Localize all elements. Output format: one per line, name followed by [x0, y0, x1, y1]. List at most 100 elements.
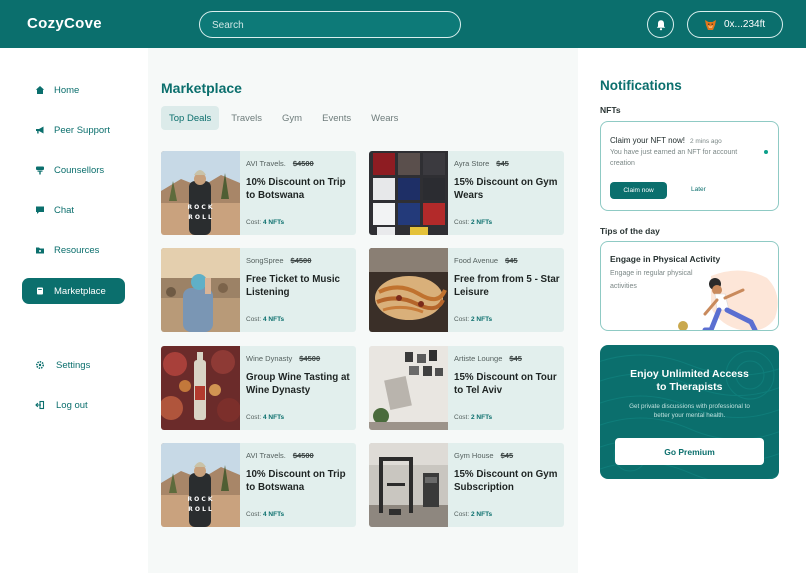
deal-cost: Cost: 4 NFTs: [246, 511, 284, 518]
unread-dot: [764, 150, 768, 154]
vendor-name: AVI Travels.: [246, 159, 286, 168]
go-premium-button[interactable]: Go Premium: [615, 438, 764, 465]
svg-text:R O L L: R O L L: [188, 214, 212, 221]
sidebar-item-chat[interactable]: Chat: [22, 197, 125, 223]
deal-info: Ayra Store $45 15% Discount on Gym Wears: [454, 159, 560, 202]
fox-wallet-icon: [705, 19, 716, 30]
brand-logo[interactable]: CozyCove: [27, 15, 102, 32]
deal-cost: Cost: 4 NFTs: [246, 219, 284, 226]
premium-banner: Enjoy Unlimited Access to Therapists Get…: [600, 345, 779, 479]
search-input[interactable]: [212, 17, 442, 33]
logout-icon: [35, 400, 45, 410]
deal-card[interactable]: R O C K R O L L AVI Travels. $4500 10% Di…: [161, 443, 356, 527]
sidebar-item-marketplace[interactable]: Marketplace: [22, 278, 125, 304]
sidebar-item-label: Counsellors: [54, 164, 105, 176]
notifications-title: Notifications: [600, 78, 682, 93]
deal-card[interactable]: R O C K R O L L AVI Travels. $4500 10% Di…: [161, 151, 356, 235]
deal-info: Gym House $45 15% Discount on Gym Subscri…: [454, 451, 560, 494]
cart-icon: [37, 287, 43, 295]
chat-icon: [36, 206, 44, 214]
claim-now-button[interactable]: Claim now: [610, 182, 667, 199]
svg-text:R O L L: R O L L: [188, 506, 212, 513]
sidebar-item-home[interactable]: Home: [22, 77, 125, 103]
sidebar-item-label: Chat: [54, 204, 75, 216]
tip-title: Engage in Physical Activity: [610, 254, 721, 264]
shirts-photo: [369, 151, 448, 235]
vendor-name: Artiste Lounge: [454, 354, 503, 363]
deal-cost: Cost: 4 NFTs: [246, 316, 284, 323]
old-price: $45: [505, 256, 518, 265]
sidebar-item-logout[interactable]: Log out: [22, 392, 125, 418]
deal-card[interactable]: Ayra Store $45 15% Discount on Gym Wears …: [369, 151, 564, 235]
gear-icon: [35, 360, 45, 370]
vendor-name: Gym House: [454, 451, 494, 460]
chair-icon: [36, 166, 44, 175]
gallery-photo: [369, 346, 448, 430]
cost-label: Cost:: [246, 511, 262, 518]
cost-label: Cost:: [454, 511, 470, 518]
tab-wears[interactable]: Wears: [363, 106, 406, 130]
sidebar-item-resources[interactable]: Resources: [22, 237, 125, 263]
wine-photo: [161, 346, 240, 430]
cost-value: 2 NFTs: [470, 219, 493, 226]
deal-card[interactable]: Food Avenue $45 Free from from 5 - Star L…: [369, 248, 564, 332]
home-icon: [35, 86, 45, 94]
deal-info: Food Avenue $45 Free from from 5 - Star L…: [454, 256, 560, 299]
cost-label: Cost:: [246, 219, 262, 226]
vendor-name: Ayra Store: [454, 159, 490, 168]
deal-card[interactable]: SongSpree $4500 Free Ticket to Music List…: [161, 248, 356, 332]
cost-value: 2 NFTs: [470, 414, 493, 421]
exercise-illustration: [678, 270, 778, 330]
tab-top-deals[interactable]: Top Deals: [161, 106, 220, 130]
cost-label: Cost:: [454, 219, 470, 226]
vendor-name: Wine Dynasty: [246, 354, 293, 363]
wallet-button[interactable]: 0x...234ft: [687, 11, 783, 38]
svg-text:R O C K: R O C K: [187, 496, 212, 503]
deal-info: SongSpree $4500 Free Ticket to Music List…: [246, 256, 352, 299]
old-price: $45: [509, 354, 522, 363]
sidebar-item-peer-support[interactable]: Peer Support: [22, 117, 125, 143]
deal-info: Artiste Lounge $45 15% Discount on Tour t…: [454, 354, 560, 397]
cost-value: 4 NFTs: [262, 219, 285, 226]
search-box[interactable]: [199, 11, 461, 38]
cost-value: 4 NFTs: [262, 511, 285, 518]
cost-value: 4 NFTs: [262, 316, 285, 323]
nft-description: You have just earned an NFT for account …: [610, 149, 738, 167]
deal-title: 15% Discount on Tour to Tel Aviv: [454, 372, 557, 396]
old-price: $45: [500, 451, 514, 460]
sidebar-item-label: Peer Support: [54, 124, 110, 136]
nft-heading: Claim your NFT now!: [610, 136, 685, 145]
folder-icon: [36, 247, 44, 254]
old-price: $45: [496, 159, 509, 168]
deal-cost: Cost: 2 NFTs: [454, 219, 492, 226]
deal-title: 15% Discount on Gym Wears: [454, 177, 558, 201]
concert-photo: [161, 248, 240, 332]
deal-cost: Cost: 4 NFTs: [246, 414, 284, 421]
sidebar-item-settings[interactable]: Settings: [22, 352, 125, 378]
cost-label: Cost:: [454, 414, 470, 421]
tab-events[interactable]: Events: [314, 106, 359, 130]
cost-label: Cost:: [246, 414, 262, 421]
sidebar-item-counsellors[interactable]: Counsellors: [22, 157, 125, 183]
tab-gym[interactable]: Gym: [274, 106, 310, 130]
deal-title: Free from from 5 - Star Leisure: [454, 274, 560, 298]
sidebar-item-label: Resources: [54, 244, 100, 256]
vendor-name: SongSpree: [246, 256, 284, 265]
deal-info: AVI Travels. $4500 10% Discount on Trip t…: [246, 159, 352, 202]
deal-info: Wine Dynasty $4500 Group Wine Tasting at …: [246, 354, 352, 397]
page-title: Marketplace: [161, 80, 242, 96]
nfts-section-label: NFTs: [600, 105, 621, 115]
notification-button[interactable]: [647, 11, 674, 38]
premium-title: Enjoy Unlimited Access to Therapists: [630, 368, 749, 393]
deal-card[interactable]: Wine Dynasty $4500 Group Wine Tasting at …: [161, 346, 356, 430]
tab-travels[interactable]: Travels: [223, 106, 270, 130]
nft-notification-card: Claim your NFT now! 2 mins ago You have j…: [600, 121, 779, 211]
deal-card[interactable]: Artiste Lounge $45 15% Discount on Tour t…: [369, 346, 564, 430]
cost-value: 2 NFTs: [470, 316, 493, 323]
gym-photo: [369, 443, 448, 527]
deal-card[interactable]: Gym House $45 15% Discount on Gym Subscri…: [369, 443, 564, 527]
tip-card: Engage in Physical Activity Engage in re…: [600, 241, 779, 331]
cost-value: 4 NFTs: [262, 414, 285, 421]
svg-text:R O C K: R O C K: [187, 204, 212, 211]
later-button[interactable]: Later: [691, 186, 706, 193]
